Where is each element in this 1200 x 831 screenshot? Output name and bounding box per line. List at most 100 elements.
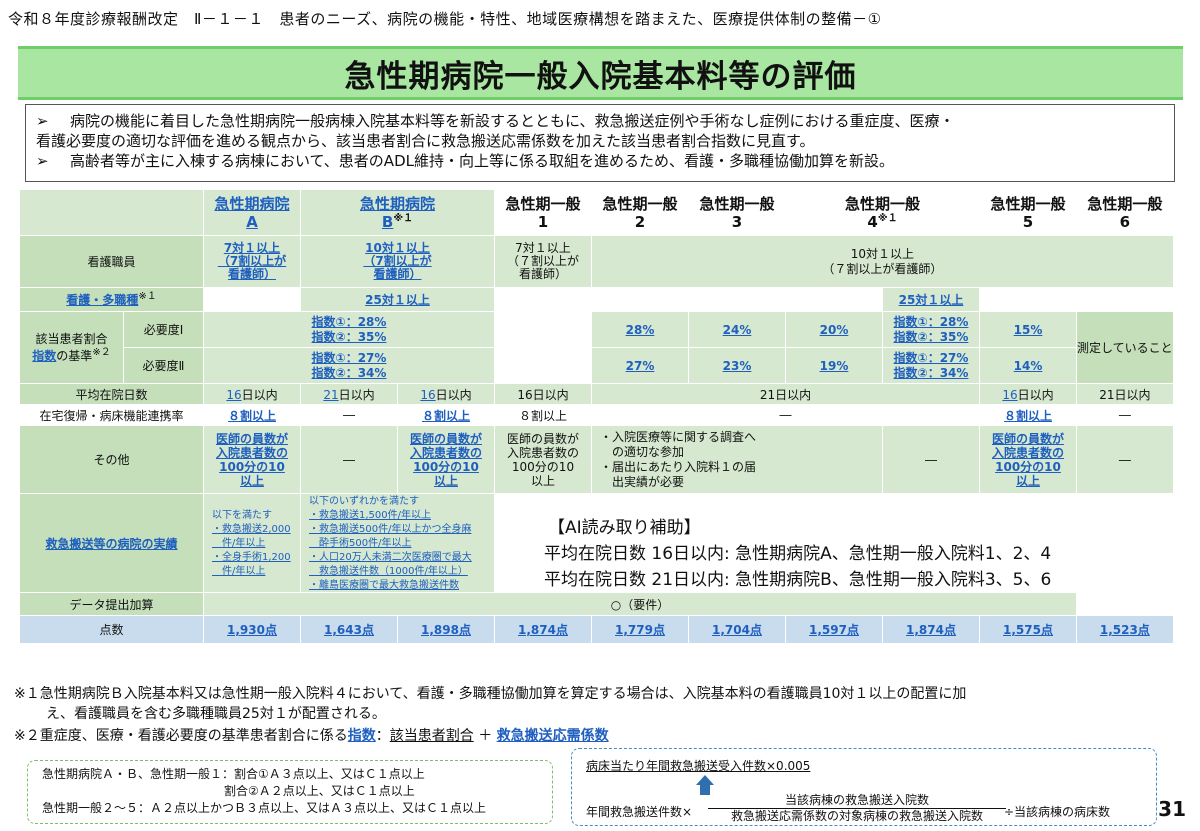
points-g1[interactable]: 1,874点 xyxy=(494,615,592,644)
need2-g4b[interactable]: 指数①：27% 指数②：34% xyxy=(882,347,980,384)
page-number: 31 xyxy=(1158,797,1186,821)
multi-b[interactable]: 25対１以上 xyxy=(300,287,495,312)
footnote-2-link2[interactable]: 救急搬送応需係数 xyxy=(497,728,609,744)
other-g4[interactable]: 医師の員数が 入院患者数の 100分の10 以上 xyxy=(979,425,1077,494)
table-row-need2: 必要度Ⅱ 指数①：27% 指数②：34% 27% 23% 19% 指数①：27% 指… xyxy=(20,347,1174,384)
col-header-g2: 急性期一般 2 xyxy=(591,189,689,236)
data-value: ○（要件） xyxy=(203,592,1077,616)
other-b2[interactable]: 医師の員数が 入院患者数の 100分の10 以上 xyxy=(397,425,495,494)
other-b: ― xyxy=(300,425,398,494)
nurse-b[interactable]: 10対１以上 （7割以上が 看護師） xyxy=(300,235,495,288)
table-row-data: データ提出加算 ○（要件） xyxy=(19,592,1174,616)
bullet-2: ➢ 高齢者等が主に入棟する病棟において、患者のADL維持・向上等に係る取組を進める… xyxy=(36,151,1164,171)
bullet-1-cont: 看護必要度の適切な評価を進める観点から、該当患者割合に救急搬送応需係数を加えた該… xyxy=(36,132,815,150)
corner-cell xyxy=(19,189,204,236)
coef-left: 年間救急搬送件数× xyxy=(586,805,693,819)
home-b2[interactable]: ８割以上 xyxy=(397,404,495,426)
points-g6[interactable]: 1,523点 xyxy=(1076,615,1174,644)
points-g3[interactable]: 1,704点 xyxy=(688,615,786,644)
title-banner: 急性期病院一般入院基本料等の評価 xyxy=(18,46,1183,100)
ai-note-line2: 平均在院日数 21日以内: 急性期病院B、急性期一般入院料3、5、6 xyxy=(544,570,1052,590)
points-b1[interactable]: 1,643点 xyxy=(300,615,398,644)
footnote-1: ※１急性期病院Ｂ入院基本料又は急性期一般入院料４において、看護・多職種協働加算を… xyxy=(14,686,967,702)
emerg-a: 以下を満たす ・救急搬送2,000 件/年以上 ・全身手術1,200 件/年以上 xyxy=(203,493,301,593)
home-g1: ８割以上 xyxy=(494,404,592,426)
col-header-g6: 急性期一般 6 xyxy=(1076,189,1174,236)
points-b2[interactable]: 1,898点 xyxy=(397,615,495,644)
need2-g3[interactable]: 23% xyxy=(688,347,786,384)
points-g2[interactable]: 1,779点 xyxy=(591,615,689,644)
header-breadcrumb: 令和８年度診療報酬改定 Ⅱ－１－１ 患者のニーズ、病院の機能・特性、地域医療構想… xyxy=(8,10,882,28)
bullet-text: 病院の機能に着目した急性期病院一般病棟入院基本料等を新設するとともに、救急搬送症… xyxy=(70,112,955,130)
other-a[interactable]: 医師の員数が 入院患者数の 100分の10 以上 xyxy=(203,425,301,494)
ai-note-line1: 平均在院日数 16日以内: 急性期病院A、急性期一般入院料1、2、4 xyxy=(544,544,1052,564)
row-label-emergency[interactable]: 救急搬送等の病院の実績 xyxy=(19,493,204,593)
coef-right: ÷当該病棟の病床数 xyxy=(1004,805,1111,819)
table-row-points: 点数 1,930点 1,643点 1,898点 1,874点 1,779点 1,… xyxy=(19,615,1174,644)
need1-ab[interactable]: 指数①：28% 指数②：35% xyxy=(203,311,495,348)
points-g5[interactable]: 1,575点 xyxy=(979,615,1077,644)
stay-a: 16日以内 xyxy=(203,383,301,405)
col-header-g5: 急性期一般 5 xyxy=(979,189,1077,236)
other-g3b: ― xyxy=(882,425,980,494)
nurse-g1: 7対１以上 （７割以上が 看護師） xyxy=(494,235,592,288)
coef-numerator: 当該病棟の救急搬送入院数 xyxy=(784,793,929,807)
row-label-home: 在宅復帰・病床機能連携率 xyxy=(19,404,204,426)
home-b: ― xyxy=(300,404,398,426)
row-label-stay: 平均在院日数 xyxy=(19,383,204,405)
need1-g4[interactable]: 20% xyxy=(785,311,883,348)
nurse-g2-6: 10対１以上 （７割以上が看護師） xyxy=(591,235,1174,288)
need2-g1 xyxy=(494,347,592,384)
emerg-b: 以下のいずれかを満たす ・救急搬送1,500件/年以上 ・救急搬送500件/年以上か… xyxy=(300,493,495,593)
multi-g4[interactable]: 25対１以上 xyxy=(882,287,980,312)
need1-g3[interactable]: 24% xyxy=(688,311,786,348)
ratio-g6: 測定していること xyxy=(1076,311,1174,384)
table-row-home: 在宅復帰・病床機能連携率 ８割以上 ― ８割以上 ８割以上 ― ８割以上 ― xyxy=(19,404,1174,426)
need1-g1 xyxy=(494,311,592,348)
summary-box: ➢ 病院の機能に着目した急性期病院一般病棟入院基本料等を新設するとともに、救急搬送… xyxy=(25,104,1175,182)
footnote-2-link[interactable]: 指数 xyxy=(348,728,376,744)
row-label-other: その他 xyxy=(19,425,204,494)
need1-g4b[interactable]: 指数①：28% 指数②：35% xyxy=(882,311,980,348)
table-row-other: その他 医師の員数が 入院患者数の 100分の10 以上 ― 医師の員数が 入院患者数の… xyxy=(19,425,1174,494)
col-header-a[interactable]: 急性期病院 A xyxy=(203,189,301,236)
row-label-multi[interactable]: 看護・多職種※１ xyxy=(19,287,204,312)
need2-g5[interactable]: 14% xyxy=(979,347,1077,384)
other-g5-6: ― xyxy=(1076,425,1174,494)
home-a[interactable]: ８割以上 xyxy=(203,404,301,426)
other-g2-3: ・入院医療等に関する調査へ の適切な参加 ・届出にあたり入院料１の届 出実績が必要 xyxy=(591,425,883,494)
criteria-box: 急性期病院Ａ・Ｂ、急性期一般１：割合①Ａ３点以上、又はＣ１点以上 割合②Ａ２点以… xyxy=(27,760,553,824)
bullet-text: 高齢者等が主に入棟する病棟において、患者のADL維持・向上等に係る取組を進めるた… xyxy=(70,152,894,170)
col-header-b[interactable]: 急性期病院 B※１ xyxy=(300,189,495,236)
table-row-multi: 看護・多職種※１ 25対１以上 25対１以上 xyxy=(19,287,1174,312)
need1-label: 必要度Ⅰ xyxy=(123,311,204,348)
row-label-points: 点数 xyxy=(19,615,204,644)
coef-denominator: 救急搬送応需係数の対象病棟の救急搬送入院数 xyxy=(708,808,1006,824)
home-g4[interactable]: ８割以上 xyxy=(979,404,1077,426)
col-header-g4: 急性期一般 4※１ xyxy=(785,189,980,236)
bullet-arrow-icon: ➢ xyxy=(36,112,49,130)
bullet-arrow-icon: ➢ xyxy=(36,152,49,170)
need2-g4[interactable]: 19% xyxy=(785,347,883,384)
points-g4b[interactable]: 1,874点 xyxy=(882,615,980,644)
other-g1: 医師の員数が 入院患者数の 100分の10 以上 xyxy=(494,425,592,494)
arrow-up-icon xyxy=(696,775,714,785)
table-row-stay: 平均在院日数 16日以内 21日以内 16日以内 16日以内 21日以内 16日… xyxy=(19,383,1174,405)
need2-g2[interactable]: 27% xyxy=(591,347,689,384)
nurse-a[interactable]: 7対１以上 （7割以上が 看護師） xyxy=(203,235,301,288)
need2-ab[interactable]: 指数①：27% 指数②：34% xyxy=(203,347,495,384)
col-header-g1: 急性期一般 1 xyxy=(494,189,592,236)
need1-g2[interactable]: 28% xyxy=(591,311,689,348)
coef-fraction: 当該病棟の救急搬送入院数 救急搬送応需係数の対象病棟の救急搬送入院数 xyxy=(708,793,1006,824)
stay-g1: 16日以内 xyxy=(494,383,592,405)
multi-a xyxy=(203,287,301,312)
need1-g5[interactable]: 15% xyxy=(979,311,1077,348)
multi-g5-6 xyxy=(979,287,1174,312)
row-label-data: データ提出加算 xyxy=(19,592,204,616)
home-g5-6: ― xyxy=(1076,404,1174,426)
points-a[interactable]: 1,930点 xyxy=(203,615,301,644)
points-g4a[interactable]: 1,597点 xyxy=(785,615,883,644)
table-row-need1: 該当患者割合 指数の基準※２ 必要度Ⅰ 指数①：28% 指数②：35% 28% 24… xyxy=(19,311,1174,384)
ai-note-heading: 【AI読み取り補助】 xyxy=(548,518,701,538)
coefficient-box: 病床当たり年間救急搬送受入件数×0.005 年間救急搬送件数× 当該病棟の救急搬… xyxy=(571,748,1157,826)
